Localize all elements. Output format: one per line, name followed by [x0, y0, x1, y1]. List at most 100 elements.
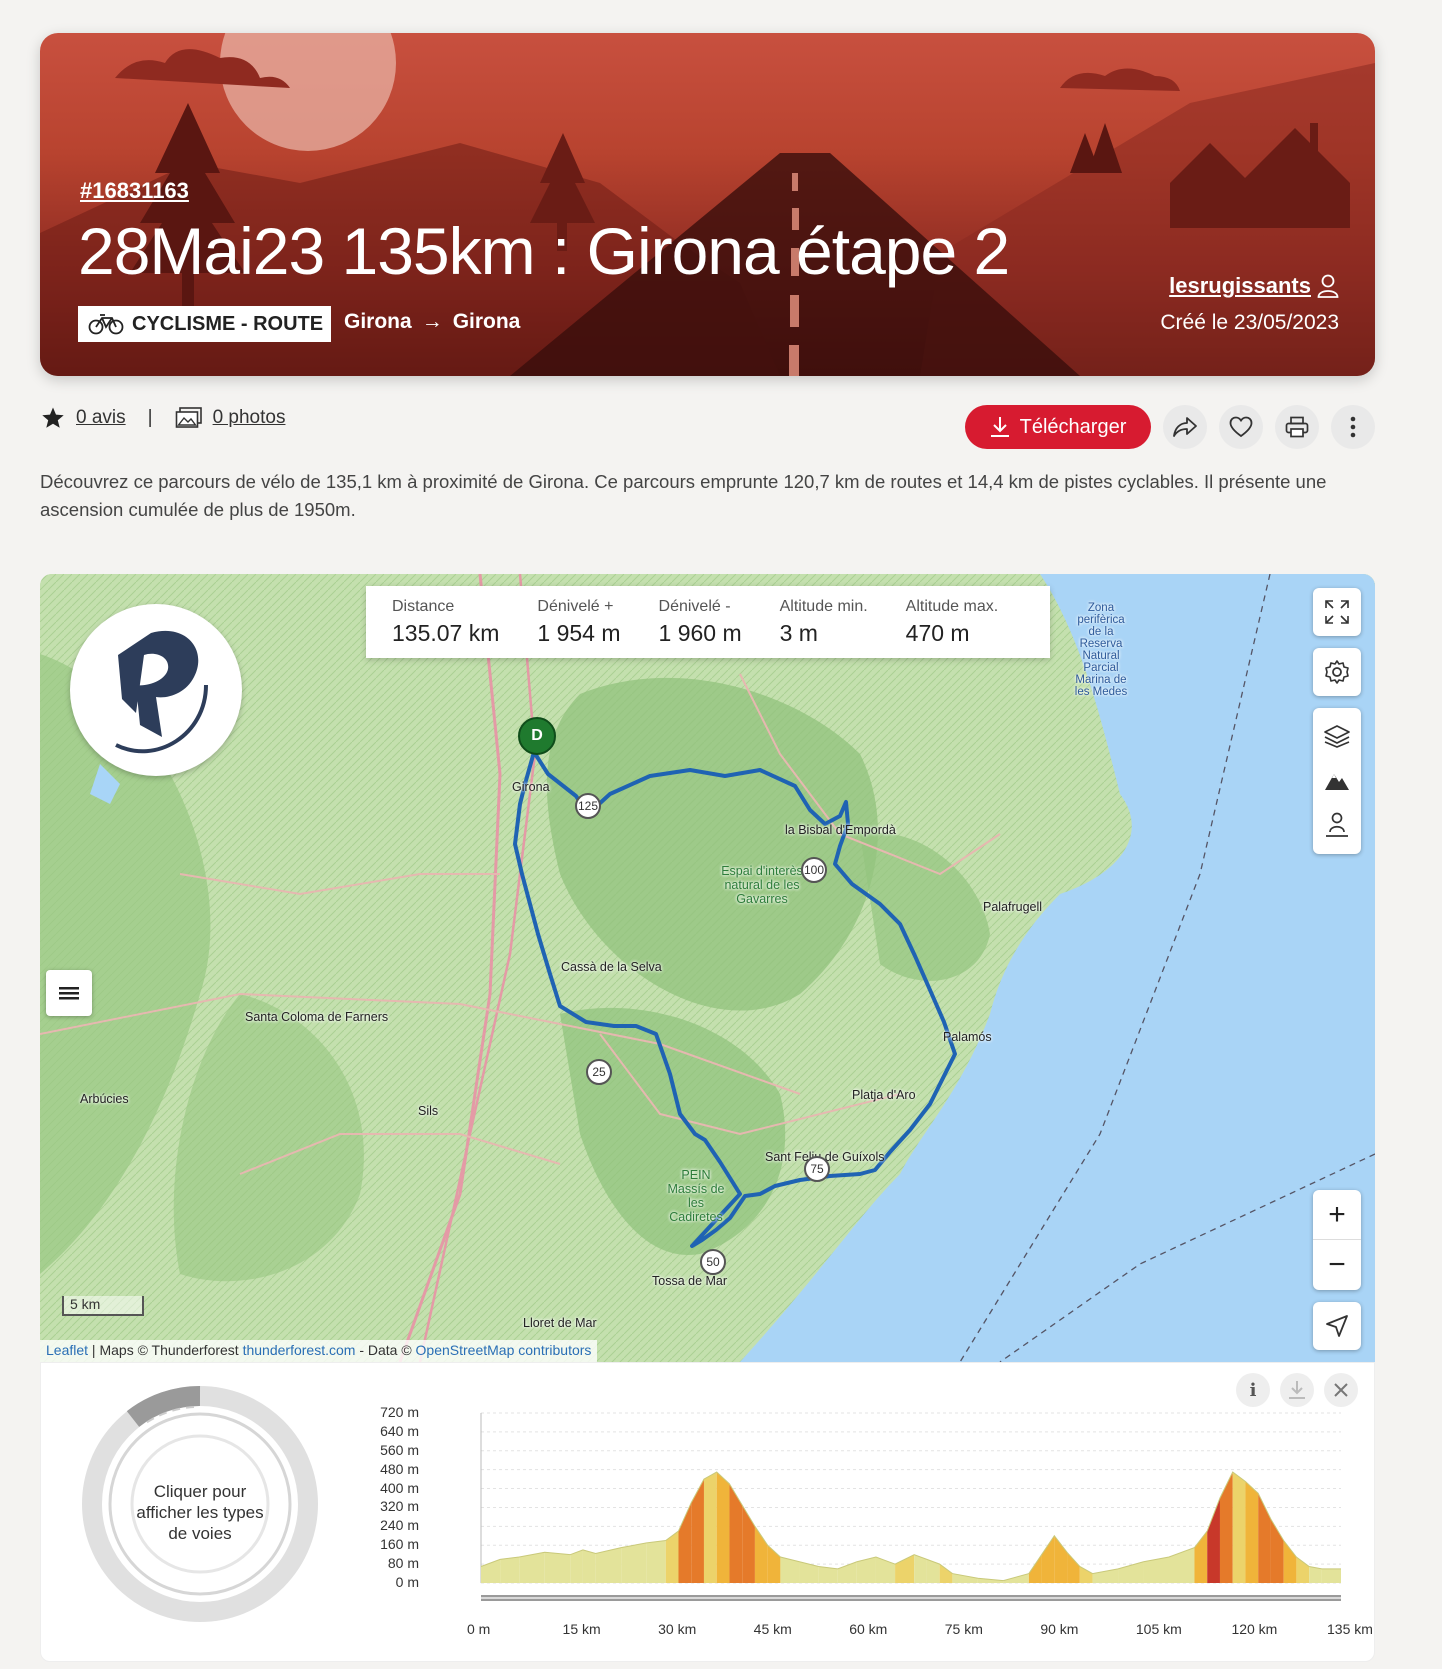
print-button[interactable]: [1275, 405, 1319, 449]
elevation-segment: [1296, 1557, 1310, 1583]
osm-link[interactable]: OpenStreetMap contributors: [416, 1342, 592, 1358]
place-cassa: Cassà de la Selva: [561, 960, 662, 974]
locate-button[interactable]: [1313, 1302, 1361, 1350]
elevation-segment: [1207, 1498, 1220, 1583]
y-tick-label: 400 m: [380, 1479, 419, 1496]
place-zona: Zona perifèrica de la Reserva Natural Pa…: [1074, 602, 1128, 698]
place-lloret: Lloret de Mar: [523, 1316, 597, 1330]
km-marker[interactable]: 50: [700, 1249, 726, 1275]
poi-person-icon[interactable]: [1323, 812, 1351, 838]
map-scale: 5 km: [62, 1296, 144, 1316]
stat-label: Distance: [392, 598, 455, 615]
author-link[interactable]: lesrugissants: [1169, 273, 1339, 299]
leaflet-link[interactable]: Leaflet: [46, 1342, 88, 1358]
page-title: 28Mai23 135km : Girona étape 2: [78, 214, 1010, 288]
stat-altitude-max: Altitude max. 470 m: [906, 598, 998, 658]
elevation-segment: [1283, 1540, 1297, 1583]
x-tick-label: 75 km: [944, 1621, 983, 1637]
user-icon: [1317, 274, 1339, 298]
download-icon: [990, 417, 1009, 437]
y-tick-label: 640 m: [380, 1422, 419, 1439]
y-tick-label: 480 m: [380, 1460, 419, 1477]
place-palamos: Palamós: [943, 1030, 992, 1044]
share-icon: [1173, 417, 1197, 437]
place-platja: Platja d'Aro: [852, 1088, 916, 1102]
route-start: Girona: [344, 310, 412, 333]
elevation-segment: [1232, 1472, 1246, 1583]
place-tossa: Tossa de Mar: [652, 1274, 728, 1288]
place-pein: PEIN Massís de les Cadiretes: [667, 1168, 725, 1224]
more-options-button[interactable]: [1331, 405, 1375, 449]
logo-p-icon: [115, 630, 208, 754]
zoom-in-button[interactable]: +: [1313, 1190, 1361, 1240]
km-marker[interactable]: 125: [575, 793, 601, 819]
info-button[interactable]: i: [1236, 1373, 1270, 1407]
close-profile-button[interactable]: [1324, 1373, 1358, 1407]
elevation-segment: [1054, 1535, 1068, 1583]
y-tick-label: 80 m: [387, 1555, 419, 1572]
elevation-segment: [716, 1472, 730, 1583]
brand-logo: [70, 604, 242, 776]
route-description: Découvrez ce parcours de vélo de 135,1 k…: [40, 471, 1327, 520]
x-tick-label: 135 km: [1327, 1621, 1373, 1637]
star-icon: [42, 407, 64, 428]
fullscreen-icon: [1325, 600, 1349, 624]
stat-elevation-gain: Dénivelé + 1 954 m: [537, 598, 620, 658]
elevation-segment: [952, 1573, 978, 1583]
x-tick-label: 15 km: [562, 1621, 601, 1637]
y-tick-label: 720 m: [380, 1404, 419, 1420]
x-tick-label: 105 km: [1135, 1621, 1182, 1637]
y-tick-label: 0 m: [395, 1574, 419, 1590]
km-marker[interactable]: 75: [804, 1156, 830, 1182]
activity-badge: CYCLISME - ROUTE: [78, 306, 332, 342]
elevation-segment: [1041, 1535, 1055, 1583]
download-profile-button[interactable]: [1280, 1373, 1314, 1407]
donut-hint[interactable]: Cliquer pour afficher les types de voies: [129, 1481, 271, 1544]
km-marker[interactable]: 100: [801, 857, 827, 883]
reviews-link[interactable]: 0 avis: [76, 407, 126, 429]
map-attribution: Leaflet | Maps © Thunderforest thunderfo…: [40, 1340, 598, 1362]
elevation-segment: [703, 1472, 717, 1583]
elevation-chart[interactable]: [441, 1403, 1361, 1603]
route-endpoints: Girona → Girona: [344, 310, 520, 334]
share-button[interactable]: [1163, 405, 1207, 449]
elevation-segment: [570, 1549, 583, 1583]
layers-icon[interactable]: [1323, 724, 1351, 748]
attribution-data-text: - Data ©: [355, 1342, 416, 1358]
km-marker[interactable]: 25: [586, 1059, 612, 1085]
download-button[interactable]: Télécharger: [965, 405, 1151, 449]
fullscreen-button[interactable]: [1313, 588, 1361, 636]
y-tick-label: 560 m: [380, 1441, 419, 1458]
stat-label: Altitude max.: [905, 598, 999, 615]
elevation-panel: Cliquer pour afficher les types de voies…: [40, 1362, 1375, 1662]
route-id-link[interactable]: #16831163: [80, 178, 189, 204]
stat-label: Dénivelé +: [537, 598, 614, 615]
download-label[interactable]: Télécharger: [1020, 416, 1127, 439]
elevation-segment: [1079, 1566, 1093, 1583]
favorite-button[interactable]: [1219, 405, 1263, 449]
photos-icon: [175, 407, 202, 428]
author-name[interactable]: lesrugissants: [1169, 273, 1311, 299]
hamburger-icon: [59, 987, 79, 1000]
elevation-segment: [678, 1502, 692, 1583]
route-stats-panel: Distance 135.07 km Dénivelé + 1 954 m Dé…: [366, 586, 1050, 658]
route-meta: 0 avis | 0 photos: [40, 406, 285, 430]
stat-elevation-loss: Dénivelé - 1 960 m: [659, 598, 742, 658]
y-tick-label: 240 m: [380, 1517, 419, 1534]
route-map[interactable]: Girona la Bisbal d'Empordà Palafrugell C…: [40, 574, 1375, 1362]
mountain-icon[interactable]: [1323, 768, 1351, 792]
elevation-segment: [729, 1483, 743, 1583]
thunderforest-link[interactable]: thunderforest.com: [243, 1342, 356, 1358]
photos-link[interactable]: 0 photos: [213, 407, 286, 429]
start-marker[interactable]: D: [518, 717, 556, 755]
elevation-segment: [646, 1540, 666, 1583]
settings-button[interactable]: [1313, 648, 1361, 696]
zoom-out-button[interactable]: −: [1313, 1240, 1361, 1290]
elevation-segment: [799, 1561, 819, 1583]
map-legend-menu-button[interactable]: [46, 970, 92, 1016]
created-date: Créé le 23/05/2023: [1160, 311, 1339, 334]
elevation-segment: [1245, 1481, 1259, 1583]
zoom-controls: + −: [1313, 1190, 1361, 1290]
place-sils: Sils: [418, 1104, 439, 1118]
stat-distance: Distance 135.07 km: [392, 598, 499, 658]
